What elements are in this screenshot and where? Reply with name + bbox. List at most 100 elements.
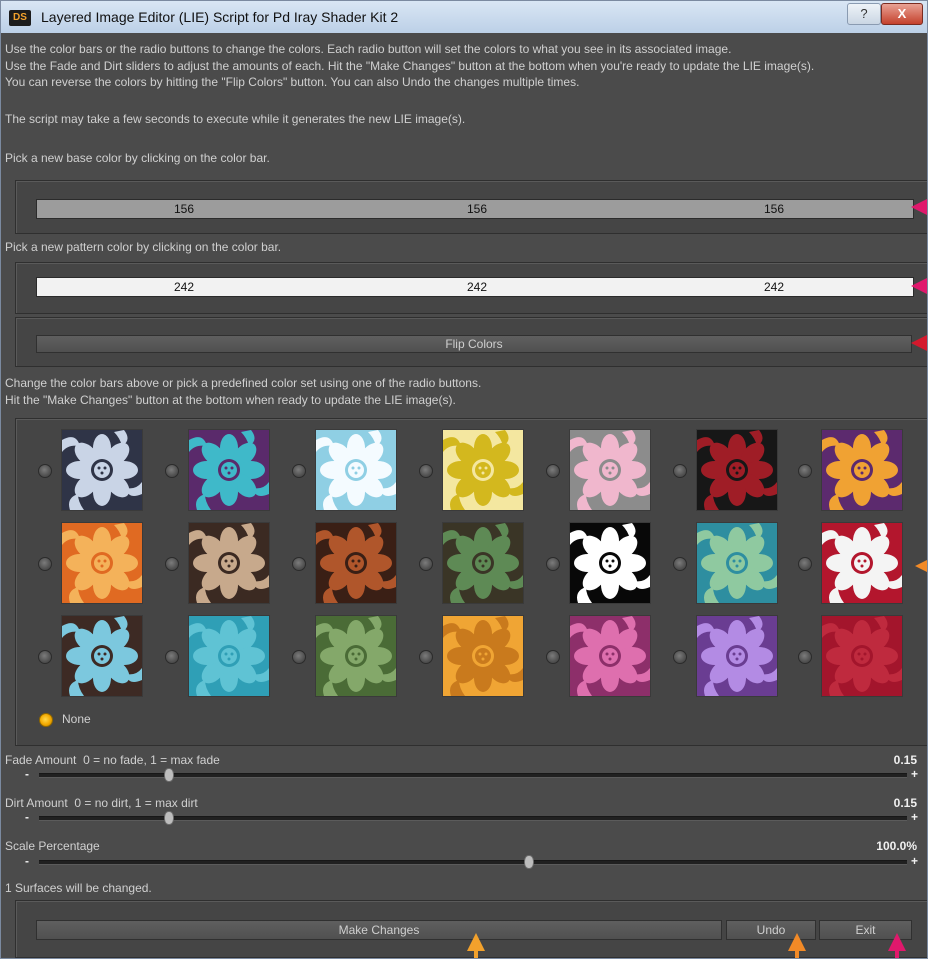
callout-arrow-pattern-icon	[911, 278, 927, 294]
preset-swatch-13[interactable]	[697, 523, 777, 603]
callout-arrow-exit-icon	[888, 933, 906, 951]
radio-preset-14[interactable]	[798, 557, 812, 571]
preset-swatch-10[interactable]	[316, 523, 396, 603]
scale-slider-track[interactable]	[39, 860, 907, 865]
preset-swatch-4[interactable]	[443, 430, 523, 510]
intro-line-1: Use the color bars or the radio buttons …	[5, 42, 732, 56]
preset-swatch-2[interactable]	[189, 430, 269, 510]
status-text: 1 Surfaces will be changed.	[5, 881, 152, 895]
scale-slider-handle[interactable]	[524, 855, 535, 869]
radio-preset-17[interactable]	[292, 650, 306, 664]
radio-preset-20[interactable]	[673, 650, 687, 664]
pattern-color-bar[interactable]: 242 242 242	[36, 277, 914, 297]
radio-none[interactable]	[39, 713, 53, 727]
daz-studio-icon: DS	[9, 10, 31, 26]
preset-swatch-21[interactable]	[822, 616, 902, 696]
preset-swatch-20[interactable]	[697, 616, 777, 696]
radio-preset-12[interactable]	[546, 557, 560, 571]
window-title: Layered Image Editor (LIE) Script for Pd…	[41, 9, 399, 25]
radio-preset-16[interactable]	[165, 650, 179, 664]
radio-preset-6[interactable]	[673, 464, 687, 478]
radio-preset-2[interactable]	[165, 464, 179, 478]
preset-swatch-1[interactable]	[62, 430, 142, 510]
radio-preset-7[interactable]	[798, 464, 812, 478]
callout-arrow-make-changes-icon	[467, 933, 485, 951]
dirt-slider-handle[interactable]	[164, 811, 175, 825]
make-changes-button[interactable]: Make Changes	[36, 920, 722, 940]
preset-swatch-18[interactable]	[443, 616, 523, 696]
base-blue-value: 156	[764, 202, 785, 216]
preset-swatch-5[interactable]	[570, 430, 650, 510]
preset-swatch-9[interactable]	[189, 523, 269, 603]
dirt-value: 0.15	[893, 796, 917, 810]
scale-label: Scale Percentage	[5, 839, 100, 853]
radio-preset-1[interactable]	[38, 464, 52, 478]
callout-arrow-flip-icon	[911, 335, 927, 351]
radio-preset-19[interactable]	[546, 650, 560, 664]
radio-preset-8[interactable]	[38, 557, 52, 571]
preset-swatch-17[interactable]	[316, 616, 396, 696]
preset-swatch-7[interactable]	[822, 430, 902, 510]
dirt-label: Dirt Amount 0 = no dirt, 1 = max dirt	[5, 796, 198, 810]
preset-swatch-14[interactable]	[822, 523, 902, 603]
scale-minus-icon[interactable]: -	[25, 854, 29, 868]
base-green-value: 156	[467, 202, 488, 216]
radio-preset-3[interactable]	[292, 464, 306, 478]
pattern-green-value: 242	[467, 280, 488, 294]
fade-label: Fade Amount 0 = no fade, 1 = max fade	[5, 753, 220, 767]
base-color-bar[interactable]: 156 156 156	[36, 199, 914, 219]
title-bar[interactable]: DS Layered Image Editor (LIE) Script for…	[1, 1, 927, 33]
preset-swatch-19[interactable]	[570, 616, 650, 696]
intro-line-4: The script may take a few seconds to exe…	[5, 112, 466, 126]
callout-arrow-exit-shaft	[895, 950, 899, 958]
fade-minus-icon[interactable]: -	[25, 767, 29, 781]
radio-preset-13[interactable]	[673, 557, 687, 571]
fade-hint: 0 = no fade, 1 = max fade	[83, 753, 220, 767]
callout-arrow-make-changes-shaft	[474, 950, 478, 958]
presets-intro-line-2: Hit the "Make Changes" button at the bot…	[5, 393, 456, 407]
dialog-window: DS Layered Image Editor (LIE) Script for…	[0, 0, 928, 959]
radio-preset-11[interactable]	[419, 557, 433, 571]
base-color-group: 156 156 156	[15, 180, 927, 234]
fade-value: 0.15	[893, 753, 917, 767]
radio-preset-4[interactable]	[419, 464, 433, 478]
close-button[interactable]: X	[881, 3, 923, 25]
callout-arrow-presets-icon	[915, 558, 927, 574]
base-red-value: 156	[174, 202, 195, 216]
fade-slider-handle[interactable]	[164, 768, 175, 782]
pattern-color-label: Pick a new pattern color by clicking on …	[5, 240, 282, 254]
intro-line-2: Use the Fade and Dirt sliders to adjust …	[5, 59, 815, 73]
radio-preset-18[interactable]	[419, 650, 433, 664]
scale-value: 100.0%	[876, 839, 917, 853]
preset-swatch-16[interactable]	[189, 616, 269, 696]
flip-colors-button[interactable]: Flip Colors	[36, 335, 912, 353]
scale-plus-icon[interactable]: +	[911, 854, 918, 868]
dirt-plus-icon[interactable]: +	[911, 810, 918, 824]
preset-swatch-8[interactable]	[62, 523, 142, 603]
presets-intro-line-1: Change the color bars above or pick a pr…	[5, 376, 482, 390]
radio-preset-15[interactable]	[38, 650, 52, 664]
intro-line-3: You can reverse the colors by hitting th…	[5, 75, 580, 89]
radio-none-label: None	[62, 712, 91, 726]
radio-preset-9[interactable]	[165, 557, 179, 571]
dirt-hint: 0 = no dirt, 1 = max dirt	[74, 796, 198, 810]
preset-swatch-3[interactable]	[316, 430, 396, 510]
pattern-red-value: 242	[174, 280, 195, 294]
dirt-title: Dirt Amount	[5, 796, 68, 810]
base-color-label: Pick a new base color by clicking on the…	[5, 151, 270, 165]
help-button[interactable]: ?	[847, 3, 881, 25]
preset-swatch-12[interactable]	[570, 523, 650, 603]
preset-swatch-6[interactable]	[697, 430, 777, 510]
preset-swatch-11[interactable]	[443, 523, 523, 603]
pattern-color-group: 242 242 242	[15, 262, 927, 314]
callout-arrow-undo-icon	[788, 933, 806, 951]
radio-preset-5[interactable]	[546, 464, 560, 478]
flip-colors-group: Flip Colors	[15, 317, 927, 367]
fade-plus-icon[interactable]: +	[911, 767, 918, 781]
radio-preset-10[interactable]	[292, 557, 306, 571]
radio-preset-21[interactable]	[798, 650, 812, 664]
callout-arrow-undo-shaft	[795, 950, 799, 958]
preset-swatch-15[interactable]	[62, 616, 142, 696]
fade-title: Fade Amount	[5, 753, 77, 767]
dirt-minus-icon[interactable]: -	[25, 810, 29, 824]
